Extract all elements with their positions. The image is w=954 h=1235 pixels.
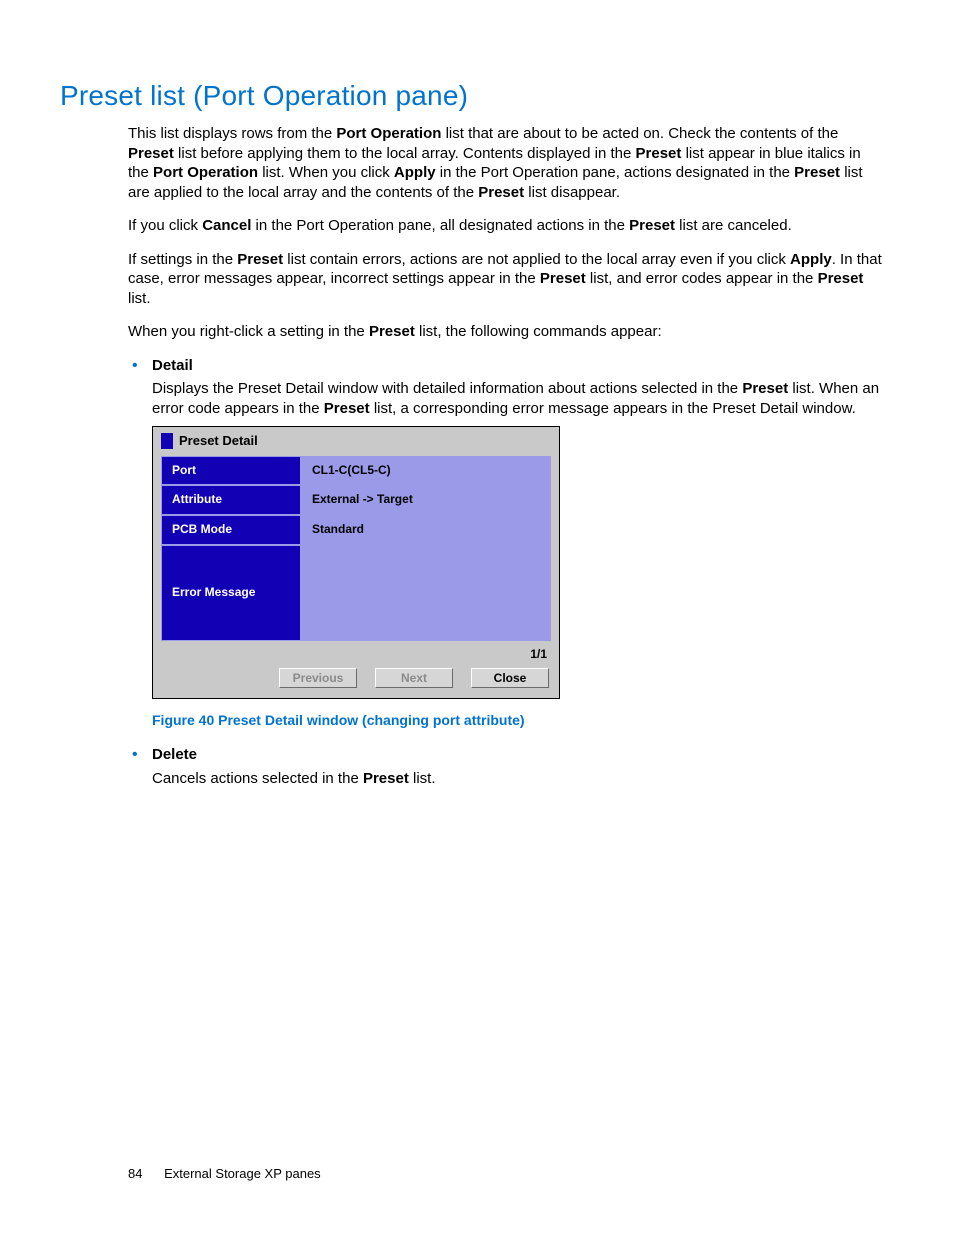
bold: Port Operation — [153, 164, 258, 181]
body-content: This list displays rows from the Port Op… — [128, 124, 884, 788]
text: in the Port Operation pane, all designat… — [251, 217, 629, 234]
bold: Apply — [394, 164, 436, 181]
text: If settings in the — [128, 251, 237, 268]
next-button[interactable]: Next — [375, 668, 453, 688]
value-port: CL1-C(CL5-C) — [301, 456, 551, 486]
close-button[interactable]: Close — [471, 668, 549, 688]
title-icon — [161, 433, 173, 449]
window-title: Preset Detail — [179, 433, 258, 450]
command-desc-delete: Cancels actions selected in the Preset l… — [152, 769, 884, 789]
text: list. — [409, 770, 436, 787]
text: list, a corresponding error message appe… — [370, 400, 856, 417]
bold: Preset — [636, 145, 682, 162]
text: list that are about to be acted on. Chec… — [441, 125, 838, 142]
paragraph-3: If settings in the Preset list contain e… — [128, 250, 884, 309]
text: This list displays rows from the — [128, 125, 336, 142]
bold: Preset — [540, 270, 586, 287]
figure-caption: Figure 40 Preset Detail window (changing… — [152, 711, 884, 729]
bold: Preset — [478, 184, 524, 201]
bold: Cancel — [202, 217, 251, 234]
bold: Preset — [128, 145, 174, 162]
bold: Preset — [363, 770, 409, 787]
value-pcb-mode: Standard — [301, 515, 551, 545]
label-error-message: Error Message — [161, 545, 301, 641]
text: list, the following commands appear: — [415, 323, 662, 340]
label-port: Port — [161, 456, 301, 486]
document-page: Preset list (Port Operation pane) This l… — [0, 0, 954, 1235]
text: list. When you click — [258, 164, 394, 181]
bold: Preset — [818, 270, 864, 287]
preset-detail-window: Preset Detail Port CL1-C(CL5-C) Attribut… — [152, 426, 560, 699]
page-footer: 84 External Storage XP panes — [128, 1166, 321, 1181]
text: If you click — [128, 217, 202, 234]
text: list. — [128, 290, 151, 307]
previous-button[interactable]: Previous — [279, 668, 357, 688]
page-number: 84 — [128, 1166, 142, 1181]
footer-section-title: External Storage XP panes — [164, 1166, 321, 1181]
bold: Preset — [629, 217, 675, 234]
text: Cancels actions selected in the — [152, 770, 363, 787]
bold: Port Operation — [336, 125, 441, 142]
label-pcb-mode: PCB Mode — [161, 515, 301, 545]
text: Displays the Preset Detail window with d… — [152, 380, 742, 397]
command-list: Detail Displays the Preset Detail window… — [128, 356, 884, 789]
bold: Preset — [742, 380, 788, 397]
paragraph-1: This list displays rows from the Port Op… — [128, 124, 884, 202]
list-item-detail: Detail Displays the Preset Detail window… — [128, 356, 884, 730]
value-attribute: External -> Target — [301, 485, 551, 515]
paragraph-2: If you click Cancel in the Port Operatio… — [128, 216, 884, 236]
value-error-message — [301, 545, 551, 641]
paragraph-4: When you right-click a setting in the Pr… — [128, 322, 884, 342]
bold: Preset — [369, 323, 415, 340]
text: in the Port Operation pane, actions desi… — [436, 164, 795, 181]
text: list before applying them to the local a… — [174, 145, 636, 162]
command-name-detail: Detail — [152, 356, 884, 376]
bold: Apply — [790, 251, 832, 268]
text: When you right-click a setting in the — [128, 323, 369, 340]
text: list, and error codes appear in the — [586, 270, 818, 287]
list-item-delete: Delete Cancels actions selected in the P… — [128, 745, 884, 788]
text: list contain errors, actions are not app… — [283, 251, 790, 268]
bold: Preset — [237, 251, 283, 268]
bold: Preset — [794, 164, 840, 181]
button-row: Previous Next Close — [153, 668, 559, 698]
label-attribute: Attribute — [161, 485, 301, 515]
command-desc-detail: Displays the Preset Detail window with d… — [152, 379, 884, 418]
detail-grid: Port CL1-C(CL5-C) Attribute External -> … — [161, 456, 551, 641]
section-heading: Preset list (Port Operation pane) — [60, 80, 894, 112]
text: list disappear. — [524, 184, 620, 201]
window-titlebar: Preset Detail — [153, 427, 559, 456]
page-counter: 1/1 — [153, 645, 559, 669]
bold: Preset — [324, 400, 370, 417]
command-name-delete: Delete — [152, 745, 884, 765]
text: list are canceled. — [675, 217, 792, 234]
